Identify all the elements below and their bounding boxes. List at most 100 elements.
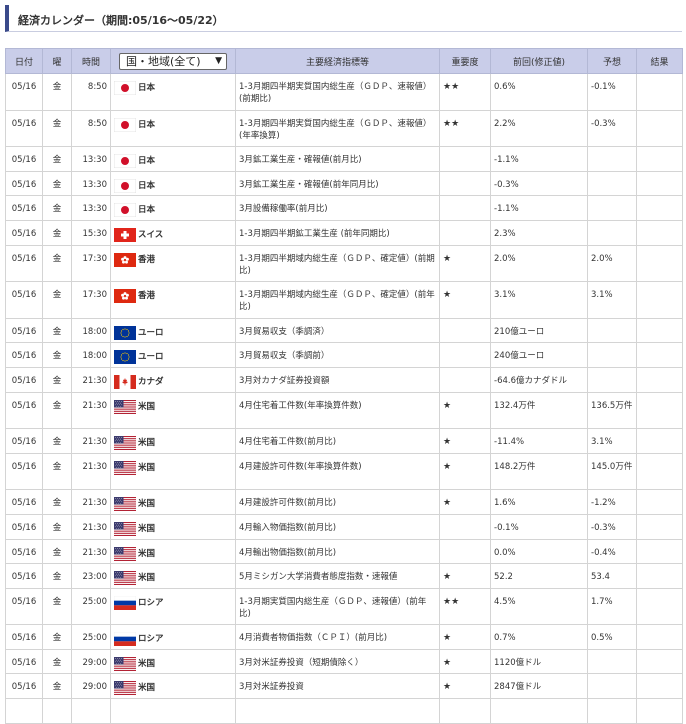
cell-previous: 4.5% [490, 587, 588, 626]
cell-indicator: 3月対米証券投資 [235, 673, 440, 700]
cell-day-of-week: 金 [42, 146, 72, 172]
table-row: 05/16 金 21:30 米国 4月輸入物価指数(前月比) -0.1% -0.3% [5, 513, 683, 540]
region-select[interactable]: 国・地域(全て) ▼ [119, 52, 227, 70]
table-row: 05/16 金 21:30 カナダ 3月対カナダ証券投資額 -64.6億カナダドル [5, 366, 683, 393]
us-flag-icon [114, 546, 136, 561]
us-flag-icon [114, 399, 136, 414]
cell-date [5, 698, 43, 724]
cell-time: 8:50 [71, 109, 111, 148]
cell-previous: 3.1% [490, 281, 588, 319]
cell-country: 米国 [110, 648, 236, 675]
cell-country: 米国 [110, 563, 236, 589]
table-row: 05/16 金 13:30 日本 3月設備稼働率(前月比) -1.1% [5, 195, 683, 221]
table-row: 05/16 金 8:50 日本 1-3月期四半期実質国内総生産（ＧＤＰ、速報値）(前期比… [5, 73, 683, 111]
cell-forecast [587, 170, 637, 197]
cell-country: 米国 [110, 391, 236, 430]
country-name: 日本 [138, 119, 156, 130]
cell-previous: 0.6% [490, 73, 588, 111]
cell-country: ロシア [110, 624, 236, 650]
cell-day-of-week: 金 [42, 391, 72, 430]
cell-day-of-week: 金 [42, 563, 72, 589]
table-header-row: 日付 曜 時間 国・地域(全て) ▼ 主要経済指標等 重要度 前回(修正値) 予… [5, 48, 683, 74]
cell-previous: 2.2% [490, 109, 588, 148]
cell-importance: ★ [439, 428, 491, 454]
cell-time: 13:30 [71, 170, 111, 197]
country-name: 米国 [138, 548, 156, 559]
table-row: 05/16 金 15:30 スイス 1-3月期四半期鉱工業生産 (前年同期比) 2.3% [5, 219, 683, 246]
header-indicator: 主要経済指標等 [235, 48, 440, 74]
cell-time: 21:30 [71, 489, 111, 515]
cell-country: 日本 [110, 146, 236, 172]
chevron-down-icon: ▼ [215, 56, 222, 66]
cell-time: 29:00 [71, 648, 111, 675]
cell-time: 21:30 [71, 366, 111, 393]
country-name: 香港 [138, 254, 156, 265]
country-name: スイス [138, 229, 164, 240]
cell-importance [439, 538, 491, 565]
country-name: ロシア [138, 597, 164, 608]
header-date: 日付 [5, 48, 43, 74]
table-row: 05/16 金 18:00 ユーロ 3月貿易収支（季調済） 210億ユーロ [5, 317, 683, 344]
cell-day-of-week: 金 [42, 428, 72, 454]
cell-indicator: 1-3月期四半期域内総生産（ＧＤＰ、確定値）(前年比) [235, 281, 440, 319]
cell-result [636, 146, 683, 172]
cell-importance: ★★ [439, 73, 491, 111]
eu-flag-icon [114, 350, 136, 365]
cell-forecast [587, 648, 637, 675]
table-row: 05/16 金 29:00 米国 3月対米証券投資 ★ 2847億ドル [5, 673, 683, 700]
cell-date: 05/16 [5, 538, 43, 565]
cell-time: 18:00 [71, 317, 111, 344]
cell-previous: 2847億ドル [490, 673, 588, 700]
cell-forecast: 3.1% [587, 428, 637, 454]
cell-importance [439, 342, 491, 368]
cell-indicator: 1-3月期四半期鉱工業生産 (前年同期比) [235, 219, 440, 246]
cell-forecast: -0.4% [587, 538, 637, 565]
table-row: 05/16 金 18:00 ユーロ 3月貿易収支（季調前） 240億ユーロ [5, 342, 683, 368]
switzerland-flag-icon [114, 227, 136, 242]
cell-importance [439, 366, 491, 393]
cell-importance [439, 698, 491, 724]
cell-date: 05/16 [5, 109, 43, 148]
header-result: 結果 [636, 48, 683, 74]
cell-result [636, 648, 683, 675]
cell-country: 米国 [110, 538, 236, 565]
cell-previous: -64.6億カナダドル [490, 366, 588, 393]
country-name: 米国 [138, 658, 156, 669]
cell-date: 05/16 [5, 489, 43, 515]
cell-country: 日本 [110, 73, 236, 111]
table-row: 05/16 金 25:00 ロシア 1-3月期実質国内総生産（ＧＤＰ、速報値）(前年比)… [5, 587, 683, 626]
cell-previous: -0.1% [490, 513, 588, 540]
cell-day-of-week: 金 [42, 538, 72, 565]
cell-forecast: -0.3% [587, 109, 637, 148]
cell-country: 日本 [110, 170, 236, 197]
cell-date: 05/16 [5, 391, 43, 430]
russia-flag-icon [114, 595, 136, 610]
country-name: 香港 [138, 291, 156, 302]
cell-date: 05/16 [5, 342, 43, 368]
japan-flag-icon [114, 117, 136, 132]
cell-indicator: 3月鉱工業生産・確報値(前年同月比) [235, 170, 440, 197]
cell-result [636, 452, 683, 491]
cell-time: 15:30 [71, 219, 111, 246]
table-row: 05/16 金 21:30 米国 4月輸出物価指数(前月比) 0.0% -0.4% [5, 538, 683, 565]
cell-forecast: 53.4 [587, 563, 637, 589]
cell-time: 21:30 [71, 428, 111, 454]
cell-indicator: 5月ミシガン大学消費者態度指数・速報値 [235, 563, 440, 589]
cell-time: 25:00 [71, 587, 111, 626]
cell-forecast [587, 195, 637, 221]
cell-result [636, 281, 683, 319]
cell-date: 05/16 [5, 673, 43, 700]
cell-indicator: 4月住宅着工件数(前月比) [235, 428, 440, 454]
cell-time: 21:30 [71, 391, 111, 430]
cell-result [636, 244, 683, 283]
cell-previous: 0.0% [490, 538, 588, 565]
cell-previous: 0.7% [490, 624, 588, 650]
cell-previous: 132.4万件 [490, 391, 588, 430]
table-row: 05/16 金 17:30 香港 1-3月期四半期域内総生産（ＧＤＰ、確定値）(前期比)… [5, 244, 683, 283]
cell-indicator: 3月対米証券投資（短期債除く） [235, 648, 440, 675]
cell-day-of-week [42, 698, 72, 724]
country-name: ユーロ [138, 327, 164, 338]
cell-time: 25:00 [71, 624, 111, 650]
cell-date: 05/16 [5, 281, 43, 319]
cell-day-of-week: 金 [42, 452, 72, 491]
